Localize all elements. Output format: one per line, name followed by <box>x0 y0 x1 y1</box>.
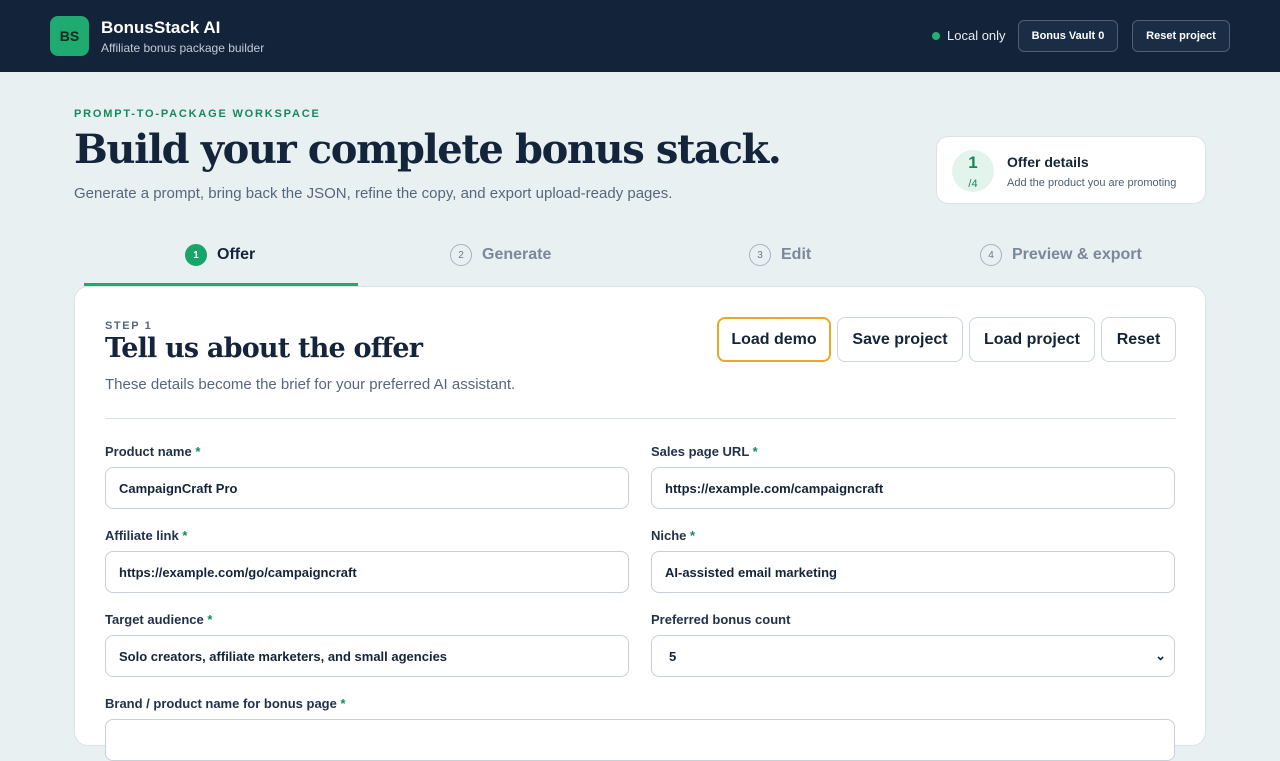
app-logo: BS <box>50 16 89 56</box>
offer-form-card: STEP 1 Tell us about the offer These det… <box>74 286 1206 761</box>
top-bar: BS BonusStack AI Affiliate bonus package… <box>0 0 1280 72</box>
bonus-count-label: Preferred bonus count <box>651 612 791 627</box>
tab-label: Edit <box>781 246 812 263</box>
local-status: Local only <box>932 28 1006 43</box>
step-counter: 1 /4 <box>952 150 994 192</box>
chevron-down-icon: ⌄ <box>1155 648 1166 663</box>
tab-number: 2 <box>450 244 472 266</box>
brand-name-label: Brand / product name for bonus page * <box>105 696 346 711</box>
required-marker: * <box>752 444 758 459</box>
required-marker: * <box>340 696 346 711</box>
step-total: /4 <box>968 178 978 190</box>
tab-label: Preview & export <box>1012 246 1142 263</box>
app-name: BonusStack AI <box>101 18 221 37</box>
local-status-label: Local only <box>947 28 1006 43</box>
affiliate-link-label: Affiliate link * <box>105 528 187 543</box>
bonus-count-select[interactable]: 5 ⌄ <box>651 635 1175 677</box>
save-project-button[interactable]: Save project <box>837 317 963 362</box>
bonus-vault-button[interactable]: Bonus Vault 0 <box>1018 20 1118 52</box>
sales-url-field[interactable]: https://example.com/campaigncraft <box>651 467 1175 509</box>
tab-number: 1 <box>185 244 207 266</box>
reset-button[interactable]: Reset <box>1101 317 1176 362</box>
tab-label: Offer <box>217 246 256 263</box>
niche-field[interactable]: AI-assisted email marketing <box>651 551 1175 593</box>
load-demo-button[interactable]: Load demo <box>717 317 831 362</box>
label-text: Sales page URL <box>651 444 750 459</box>
target-audience-label: Target audience * <box>105 612 212 627</box>
label-text: Target audience <box>105 612 204 627</box>
product-name-field[interactable]: CampaignCraft Pro <box>105 467 629 509</box>
app-tagline: Affiliate bonus package builder <box>101 41 265 55</box>
step-card-title: Offer details <box>1007 154 1089 170</box>
workspace-eyebrow: PROMPT-TO-PACKAGE WORKSPACE <box>74 108 321 120</box>
tab-number: 4 <box>980 244 1002 266</box>
page-title: Build your complete bonus stack. <box>74 126 782 173</box>
form-step-label: STEP 1 <box>105 320 153 332</box>
label-text: Affiliate link <box>105 528 179 543</box>
required-marker: * <box>690 528 696 543</box>
tab-generate[interactable]: 2 Generate <box>450 244 551 266</box>
tab-label: Generate <box>482 246 552 263</box>
step-card-description: Add the product you are promoting <box>1007 177 1177 189</box>
step-progress-card: 1 /4 Offer details Add the product you a… <box>936 136 1206 204</box>
form-description: These details become the brief for your … <box>105 376 516 393</box>
tab-preview-export[interactable]: 4 Preview & export <box>980 244 1142 266</box>
step-current: 1 <box>968 153 978 172</box>
required-marker: * <box>207 612 213 627</box>
form-divider <box>105 418 1176 419</box>
reset-project-button[interactable]: Reset project <box>1132 20 1230 52</box>
required-marker: * <box>182 528 188 543</box>
required-marker: * <box>195 444 201 459</box>
status-dot-icon <box>932 31 940 40</box>
niche-label: Niche * <box>651 528 695 543</box>
label-text: Brand / product name for bonus page <box>105 696 337 711</box>
bonus-count-value: 5 <box>669 648 677 664</box>
page-subtitle: Generate a prompt, bring back the JSON, … <box>74 185 673 202</box>
sales-url-label: Sales page URL * <box>651 444 758 459</box>
label-text: Niche <box>651 528 687 543</box>
label-text: Product name <box>105 444 192 459</box>
target-audience-field[interactable]: Solo creators, affiliate marketers, and … <box>105 635 629 677</box>
affiliate-link-field[interactable]: https://example.com/go/campaigncraft <box>105 551 629 593</box>
product-name-label: Product name * <box>105 444 200 459</box>
tab-edit[interactable]: 3 Edit <box>749 244 811 266</box>
tab-offer[interactable]: 1 Offer <box>185 244 255 266</box>
form-title: Tell us about the offer <box>105 333 423 364</box>
brand-name-field[interactable] <box>105 719 1175 761</box>
load-project-button[interactable]: Load project <box>969 317 1095 362</box>
tab-number: 3 <box>749 244 771 266</box>
